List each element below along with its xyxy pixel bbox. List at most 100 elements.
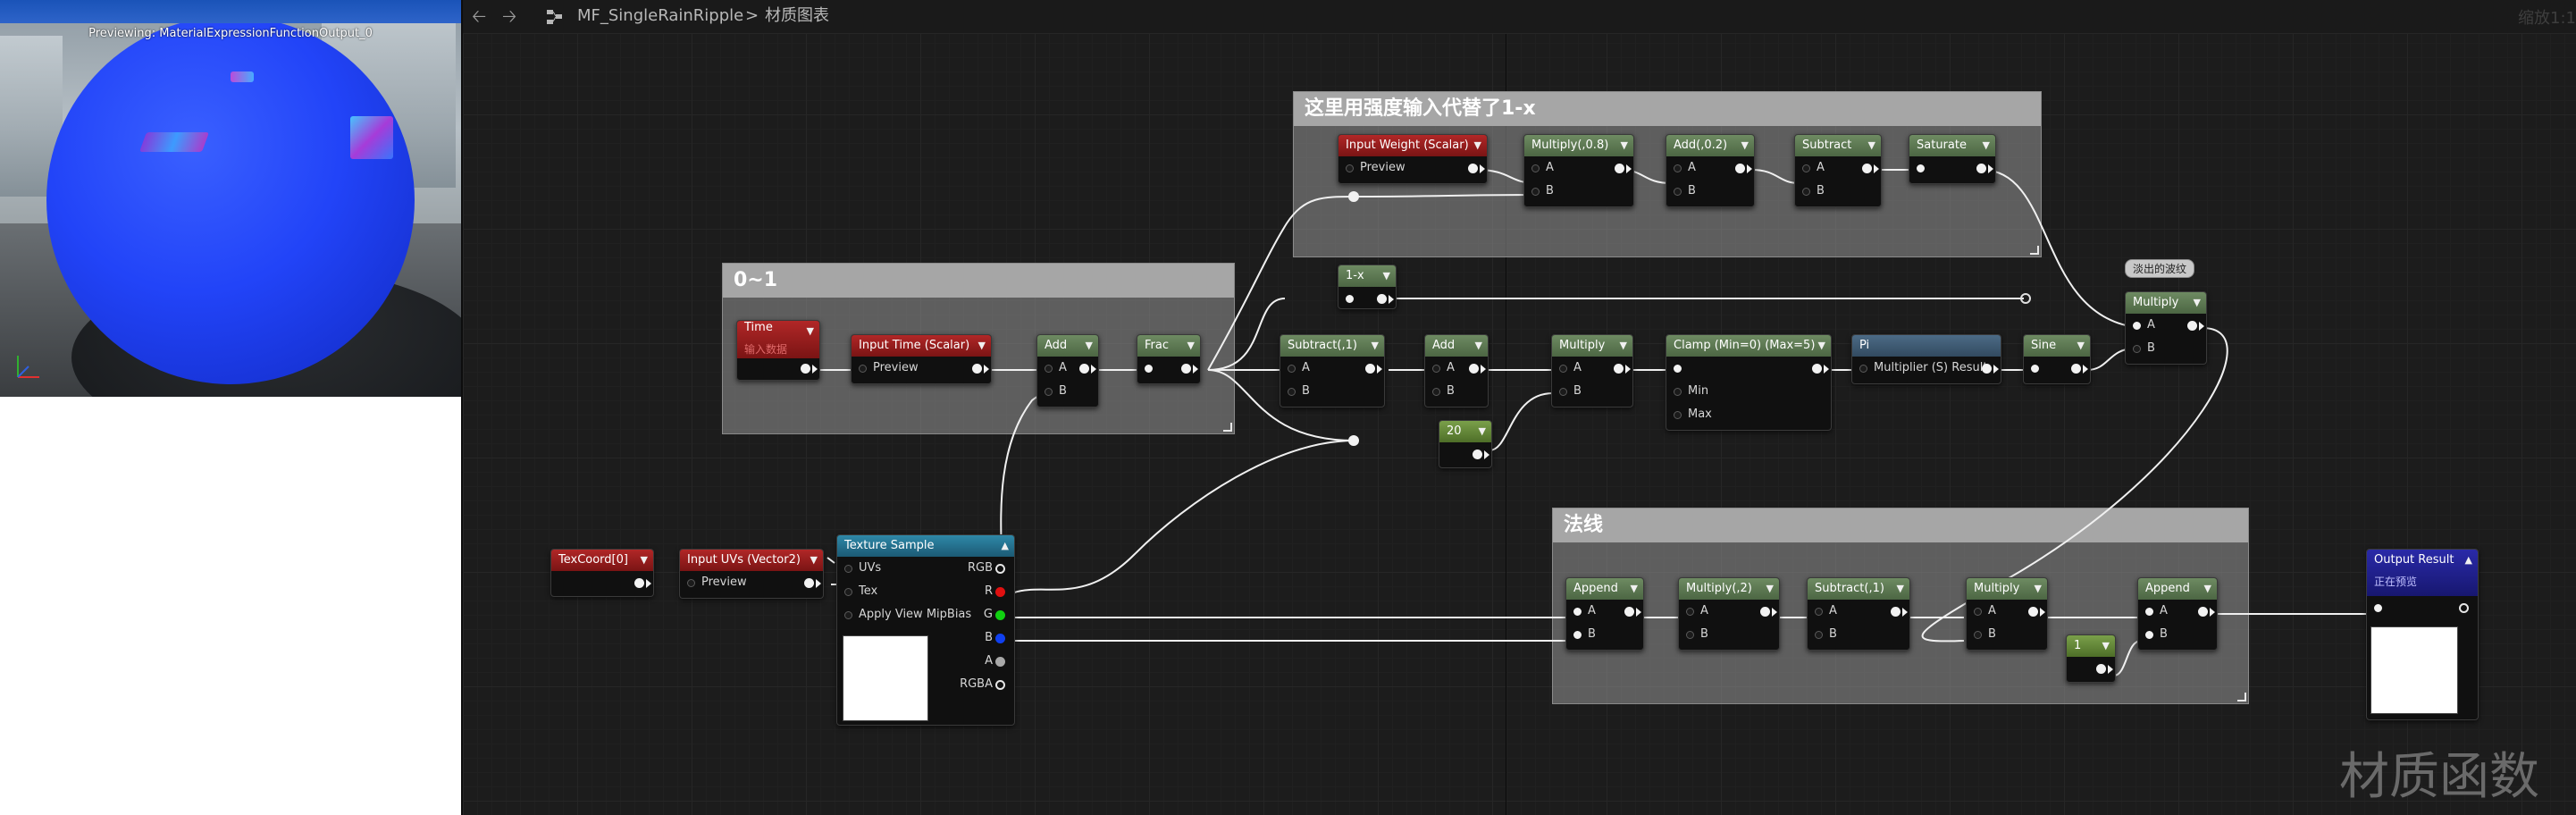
pin-output[interactable] <box>634 578 644 588</box>
node-frac[interactable]: Frac ▼ <box>1137 334 1201 384</box>
node-multiply-normal[interactable]: Multiply ▼ A B <box>1966 577 2048 651</box>
node-texcoord[interactable]: TexCoord[0] ▼ <box>550 549 654 597</box>
reroute-node[interactable] <box>1348 435 1359 446</box>
pin-output[interactable] <box>1377 294 1387 304</box>
chevron-down-icon[interactable]: ▼ <box>978 335 986 357</box>
pin-output[interactable] <box>1862 164 1872 173</box>
pin-output[interactable] <box>995 610 1005 620</box>
chevron-down-icon[interactable]: ▼ <box>1372 335 1379 357</box>
node-subtract-1[interactable]: Subtract(,1) ▼ A B <box>1280 334 1385 408</box>
node-append-2[interactable]: Append ▼ A B <box>2137 577 2218 651</box>
pin-input[interactable] <box>844 588 852 596</box>
chevron-down-icon[interactable]: ▼ <box>2204 578 2211 600</box>
node-sine[interactable]: Sine ▼ <box>2023 334 2091 384</box>
chevron-down-icon[interactable]: ▼ <box>1474 135 1481 156</box>
node-subtract-n1[interactable]: Subtract(,1) ▼ A B <box>1807 577 1910 651</box>
node-texture-sample[interactable]: Texture Sample ▲ UVs RGB Tex R Apply View M… <box>836 534 1015 726</box>
chevron-up-icon[interactable]: ▲ <box>1002 535 1009 557</box>
pin-input[interactable] <box>1974 631 1982 639</box>
pin-output[interactable] <box>1735 164 1745 173</box>
material-preview-viewport[interactable]: Previewing: MaterialExpressionFunctionOu… <box>0 0 461 397</box>
pin-output[interactable] <box>1365 364 1375 374</box>
pin-output[interactable] <box>1812 364 1822 374</box>
pin-input[interactable] <box>844 565 852 573</box>
pin-input[interactable] <box>2374 604 2382 612</box>
pin-input[interactable] <box>2145 608 2153 616</box>
chevron-down-icon[interactable]: ▼ <box>1086 335 1093 357</box>
pin-input[interactable] <box>1917 164 1925 172</box>
chevron-down-icon[interactable]: ▼ <box>1383 265 1390 287</box>
node-input-time[interactable]: Input Time (Scalar) ▼ Preview <box>851 334 992 384</box>
pin-input[interactable] <box>1346 164 1354 172</box>
pin-output[interactable] <box>2198 607 2208 617</box>
pin-input[interactable] <box>1432 388 1440 396</box>
chevron-down-icon[interactable]: ▼ <box>807 321 814 342</box>
comment-title[interactable]: 0~1 <box>723 264 1234 298</box>
node-pi[interactable]: Pi Multiplier (S) Result <box>1851 334 2001 384</box>
chevron-down-icon[interactable]: ▼ <box>1766 578 1774 600</box>
pin-input[interactable] <box>1432 365 1440 373</box>
pin-output[interactable] <box>1473 450 1482 459</box>
chevron-up-icon[interactable]: ▲ <box>2465 550 2472 571</box>
node-input-uvs[interactable]: Input UVs (Vector2) ▼ Preview <box>679 549 824 599</box>
pin-input[interactable] <box>1145 365 1153 373</box>
chevron-down-icon[interactable]: ▼ <box>2102 635 2110 657</box>
chevron-down-icon[interactable]: ▼ <box>1868 135 1875 156</box>
arrow-left-icon[interactable]: 🡠 <box>472 6 486 26</box>
comment-title[interactable]: 这里用强度输入代替了1-x <box>1294 92 2041 126</box>
node-clamp[interactable]: Clamp (Min=0) (Max=5) ▼ Min Max <box>1666 334 1832 431</box>
pin-output[interactable] <box>2071 364 2081 374</box>
reroute-node[interactable] <box>2020 293 2031 304</box>
pin-output[interactable] <box>995 680 1005 690</box>
pin-input[interactable] <box>2133 345 2141 353</box>
pin-input[interactable] <box>1674 164 1682 172</box>
chevron-down-icon[interactable]: ▼ <box>1620 335 1627 357</box>
pin-input[interactable] <box>1674 411 1682 419</box>
pin-output[interactable] <box>2028 607 2038 617</box>
chevron-down-icon[interactable]: ▼ <box>1187 335 1195 357</box>
chevron-down-icon[interactable]: ▼ <box>2035 578 2042 600</box>
pin-output[interactable] <box>1615 164 1624 173</box>
chevron-down-icon[interactable]: ▼ <box>1621 135 1628 156</box>
pin-output[interactable] <box>995 587 1005 597</box>
pin-output[interactable] <box>1469 364 1479 374</box>
pin-input[interactable] <box>1686 631 1694 639</box>
comment-title[interactable]: 法线 <box>1553 508 2248 542</box>
breadcrumb-graph[interactable]: 材质图表 <box>765 5 829 27</box>
pin-output[interactable] <box>1181 364 1191 374</box>
resize-handle[interactable] <box>1223 423 1232 432</box>
breadcrumb-asset[interactable]: MF_SingleRainRipple <box>577 5 743 27</box>
pin-input[interactable] <box>1674 365 1682 373</box>
node-output-result[interactable]: Output Result 正在预览 ▲ <box>2366 549 2479 720</box>
pin-output[interactable] <box>1976 164 1986 173</box>
chevron-down-icon[interactable]: ▼ <box>641 550 648 571</box>
pin-input[interactable] <box>1674 388 1682 396</box>
node-multiply-right[interactable]: Multiply ▼ A B <box>2125 291 2207 365</box>
chevron-down-icon[interactable]: ▼ <box>1475 335 1482 357</box>
pin-output[interactable] <box>801 364 810 374</box>
node-subtract-top[interactable]: Subtract ▼ A B <box>1794 134 1882 207</box>
pin-output[interactable] <box>2459 603 2469 613</box>
chevron-down-icon[interactable]: ▼ <box>1479 421 1486 442</box>
pin-input[interactable] <box>1288 388 1296 396</box>
node-input-weight[interactable]: Input Weight (Scalar) ▼ Preview <box>1338 134 1488 184</box>
pin-input[interactable] <box>1815 631 1823 639</box>
pin-input[interactable] <box>2031 365 2039 373</box>
chevron-down-icon[interactable]: ▼ <box>2077 335 2085 357</box>
pin-input[interactable] <box>1531 188 1540 196</box>
pin-input[interactable] <box>1974 608 1982 616</box>
arrow-right-icon[interactable]: 🡢 <box>502 6 516 26</box>
resize-handle[interactable] <box>2237 693 2246 702</box>
node-const-20[interactable]: 20 ▼ <box>1439 420 1492 468</box>
pin-output[interactable] <box>1614 364 1624 374</box>
pin-input[interactable] <box>1045 365 1053 373</box>
pin-input[interactable] <box>1802 188 1810 196</box>
pin-output[interactable] <box>1760 607 1770 617</box>
pin-input[interactable] <box>1573 608 1582 616</box>
chevron-down-icon[interactable]: ▼ <box>1897 578 1904 600</box>
node-append-1[interactable]: Append ▼ A B <box>1565 577 1644 651</box>
pin-input[interactable] <box>2145 631 2153 639</box>
pin-input[interactable] <box>1802 164 1810 172</box>
pin-input[interactable] <box>1686 608 1694 616</box>
node-multiply-08[interactable]: Multiply(,0.8) ▼ A B <box>1523 134 1634 207</box>
